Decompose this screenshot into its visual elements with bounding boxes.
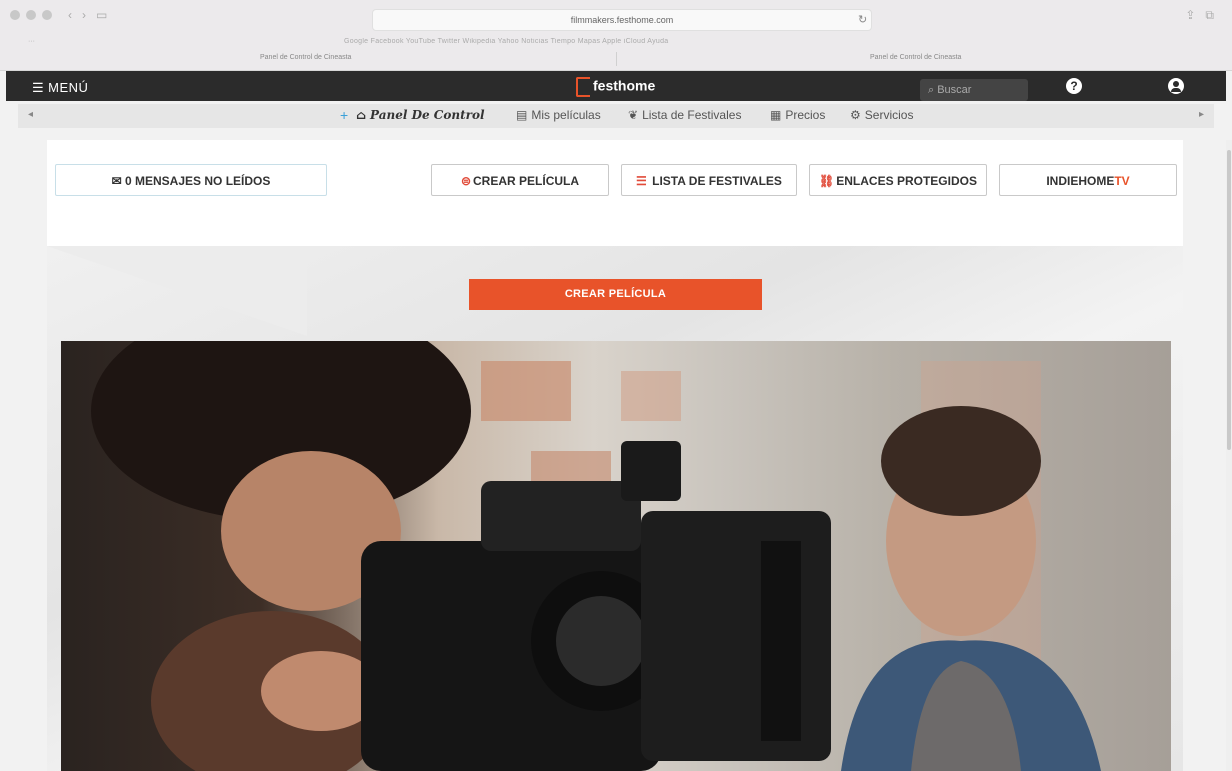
minimize-window-button[interactable] [26,10,36,20]
help-icon[interactable]: ? [1066,78,1082,94]
address-bar[interactable]: filmmakers.festhome.com [372,9,872,31]
hamburger-icon: ☰ [32,80,45,95]
reload-icon[interactable]: ↻ [858,13,867,26]
indiehome-label: INDIEHOME [1046,174,1115,188]
tab-label: Mis películas [531,108,601,122]
secondary-nav: ◂ + ⌂ Panel De Control ▤ Mis películas ❦ Li… [18,104,1214,128]
search-icon: ⌕ [928,84,938,96]
festival-list-button[interactable]: ☰ LISTA DE FESTIVALES [621,164,797,196]
tabs-overview-icon[interactable]: ⧉ [1205,8,1214,23]
tab-label: Precios [785,108,826,122]
window-controls[interactable] [10,10,52,20]
close-window-button[interactable] [10,10,20,20]
browser-actions: ⇪ ⧉ [1185,8,1214,23]
browser-chrome: ‹ › ▭ filmmakers.festhome.com ↻ ⇪ ⧉ ··· … [0,0,1232,71]
protected-links-button[interactable]: ⛓ ENLACES PROTEGIDOS [809,164,987,196]
create-movie-button[interactable]: ⊜ CREAR PELÍCULA [431,164,609,196]
tab-label: Servicios [864,108,914,122]
browser-tabs: Panel de Control de Cineasta Panel de Co… [0,52,1232,66]
site-navbar: ☰ MENÚ festhome ⌕ Buscar ? [6,71,1226,101]
favorites-bar: ··· Google Facebook YouTube Twitter Wiki… [0,38,1232,50]
site-logo[interactable]: festhome [576,77,655,97]
tab-festival-list[interactable]: ❦ Lista de Festivales [628,108,741,122]
browser-nav-buttons: ‹ › ▭ [68,8,107,22]
hero-create-movie-button[interactable]: CREAR PELÍCULA [469,279,762,310]
search-placeholder: Buscar [937,84,972,96]
share-icon[interactable]: ⇪ [1185,8,1195,23]
user-account-icon[interactable] [1168,78,1184,94]
film-icon: ▤ [516,108,528,122]
forward-icon[interactable]: › [82,8,86,22]
tab-separator [616,52,617,66]
logo-text: festhome [593,77,656,94]
logo-mark-icon [576,77,590,97]
indiehome-tv-button[interactable]: INDIEHOMETV [999,164,1177,196]
unread-messages-label: 0 MENSAJES NO LEÍDOS [125,174,271,188]
scroll-right-icon[interactable]: ▸ [1199,109,1204,120]
laurel-icon: ❦ [628,108,639,122]
search-input[interactable]: ⌕ Buscar [920,79,1028,101]
film-reel-icon: ⊜ [460,174,472,188]
protected-links-label: ENLACES PROTEGIDOS [836,174,977,188]
tab-control-panel[interactable]: ⌂ Panel De Control [356,108,485,122]
scroll-left-icon[interactable]: ◂ [28,109,33,120]
browser-tab-right[interactable]: Panel de Control de Cineasta [870,54,961,61]
money-icon: ▦ [770,108,782,122]
envelope-icon: ✉ [111,174,125,188]
scrollbar-thumb[interactable] [1227,150,1231,450]
tab-services[interactable]: ⚙ Servicios [850,108,913,122]
browser-tab-left[interactable]: Panel de Control de Cineasta [260,54,351,61]
hero-image-illustration [91,341,1101,771]
unread-messages-button[interactable]: ✉ 0 MENSAJES NO LEÍDOS [55,164,327,196]
favorites-grid-icon[interactable]: ··· [28,38,35,45]
tab-my-movies[interactable]: ▤ Mis películas [516,108,601,122]
add-icon[interactable]: + [340,107,348,123]
favorites-links[interactable]: Google Facebook YouTube Twitter Wikipedi… [344,38,904,45]
action-panel: ✉ 0 MENSAJES NO LEÍDOS ⊜ CREAR PELÍCULA ☰… [47,140,1183,246]
hero-image [61,341,1171,771]
list-icon: ☰ [636,174,651,188]
address-text: filmmakers.festhome.com [570,15,674,25]
gears-icon: ⚙ [850,108,861,122]
menu-label: MENÚ [48,80,89,95]
home-icon: ⌂ [356,108,367,122]
sidebar-icon[interactable]: ▭ [96,8,107,22]
create-movie-label: CREAR PELÍCULA [473,174,580,188]
zoom-window-button[interactable] [42,10,52,20]
background-facet [47,246,307,336]
tab-label: Lista de Festivales [642,108,742,122]
festival-list-label: LISTA DE FESTIVALES [652,174,782,188]
tab-label: Panel De Control [370,108,485,122]
tv-label: TV [1114,174,1130,188]
menu-button[interactable]: ☰ MENÚ [32,80,88,96]
tab-prices[interactable]: ▦ Precios [770,108,825,122]
back-icon[interactable]: ‹ [68,8,72,22]
chain-link-icon: ⛓ [819,174,835,188]
